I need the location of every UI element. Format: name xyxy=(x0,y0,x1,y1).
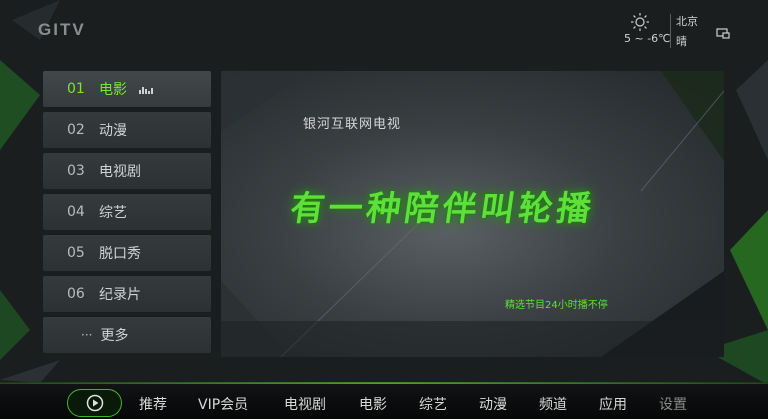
menu-item-label: 动漫 xyxy=(99,123,127,139)
menu-item-documentary[interactable]: 06 纪录片 xyxy=(43,276,211,312)
gitv-logo: GITV xyxy=(38,20,86,39)
equalizer-icon xyxy=(139,85,153,94)
bottom-nav: 推荐 VIP会员 电视剧 电影 综艺 动漫 频道 应用 设置 xyxy=(0,382,768,419)
menu-item-variety[interactable]: 04 综艺 xyxy=(43,194,211,230)
weather-widget: 5 ~ -6℃ 北京 晴 xyxy=(608,10,768,50)
banner-tagline: 精选节目24小时播不停 xyxy=(505,300,608,311)
more-dots-icon: ··· xyxy=(81,328,93,342)
menu-item-number: 04 xyxy=(67,204,85,220)
menu-item-label: 脱口秀 xyxy=(99,246,141,262)
play-icon xyxy=(86,394,103,412)
nav-item-apps[interactable]: 应用 xyxy=(599,394,627,414)
menu-item-label: 电视剧 xyxy=(99,164,141,180)
weather-divider xyxy=(670,14,671,48)
banner-title: 有一种陪伴叫轮播 xyxy=(287,189,598,229)
category-menu: 01 电影 02 动漫 03 电视剧 04 综艺 05 脱口秀 06 纪录片 ·… xyxy=(43,71,211,358)
menu-item-tv-series[interactable]: 03 电视剧 xyxy=(43,153,211,189)
menu-item-label: 电影 xyxy=(99,82,127,98)
menu-item-number: 03 xyxy=(67,163,85,179)
menu-item-label: 更多 xyxy=(100,328,129,344)
menu-item-label: 纪录片 xyxy=(99,287,141,303)
nav-item-channels[interactable]: 频道 xyxy=(539,394,567,414)
city-name: 北京 xyxy=(676,15,698,28)
temperature: 5 ~ -6℃ xyxy=(624,32,671,45)
nav-item-variety[interactable]: 综艺 xyxy=(419,394,447,414)
menu-item-number: 01 xyxy=(67,81,85,97)
nav-item-tv-series[interactable]: 电视剧 xyxy=(284,394,326,414)
menu-item-number: 06 xyxy=(67,286,85,302)
nav-glow-line xyxy=(0,382,768,384)
menu-item-label: 综艺 xyxy=(99,205,127,221)
nav-item-settings[interactable]: 设置 xyxy=(659,394,687,414)
weather-condition: 晴 xyxy=(676,35,687,48)
nav-item-anime[interactable]: 动漫 xyxy=(479,394,507,414)
carousel-banner[interactable]: 银河互联网电视 有一种陪伴叫轮播 精选节目24小时播不停 xyxy=(221,71,724,357)
nav-item-movie[interactable]: 电影 xyxy=(359,394,387,414)
sun-icon xyxy=(631,13,649,31)
play-button[interactable] xyxy=(67,389,122,417)
menu-item-number: 05 xyxy=(67,245,85,261)
banner-subtitle: 银河互联网电视 xyxy=(303,117,402,132)
screen-icon[interactable] xyxy=(716,28,730,40)
menu-item-number: 02 xyxy=(67,122,85,138)
nav-item-vip[interactable]: VIP会员 xyxy=(198,394,248,414)
menu-item-anime[interactable]: 02 动漫 xyxy=(43,112,211,148)
menu-item-talk-show[interactable]: 05 脱口秀 xyxy=(43,235,211,271)
nav-item-recommend[interactable]: 推荐 xyxy=(139,394,167,414)
menu-item-more[interactable]: ··· 更多 xyxy=(43,317,211,353)
menu-item-movie[interactable]: 01 电影 xyxy=(43,71,211,107)
